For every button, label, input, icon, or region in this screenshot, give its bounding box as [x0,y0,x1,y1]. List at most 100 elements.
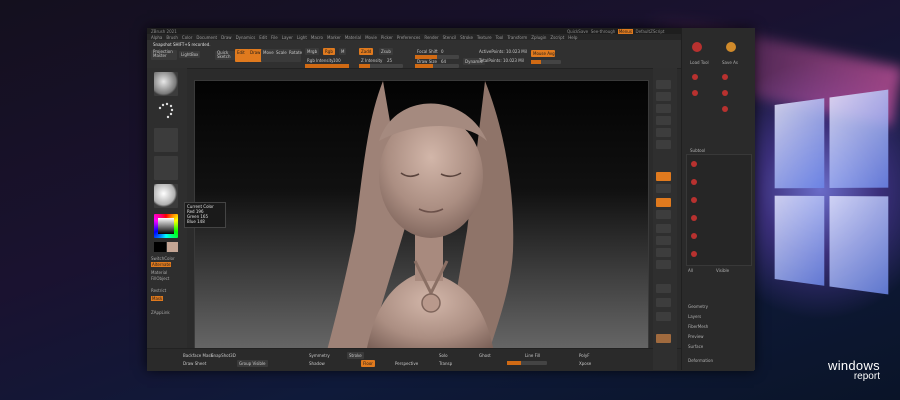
menu-macro[interactable]: Macro [311,35,323,40]
zsub-button[interactable]: Zsub [379,48,393,55]
subtool-header[interactable]: Subtool [690,148,705,153]
default-zscript-button[interactable]: DefaultZScript [635,29,664,34]
aahalf-button[interactable] [656,140,671,149]
line-fill-button[interactable]: Line Fill [523,352,542,359]
menu-draw[interactable]: Draw [221,35,231,40]
menu-tool[interactable]: Tool [496,35,504,40]
draw-button[interactable]: Draw [248,49,262,62]
fibermesh-section[interactable]: FiberMesh [688,324,708,329]
xyz-button[interactable] [656,210,671,219]
perspective-button[interactable]: Perspective [393,360,420,367]
alpha-thumbnail[interactable] [154,128,178,152]
menu-preferences[interactable]: Preferences [397,35,421,40]
draw-size-slider[interactable] [415,64,459,68]
menu-movie[interactable]: Movie [365,35,377,40]
frame-button[interactable] [656,224,671,233]
menu-zscript[interactable]: Zscript [550,35,564,40]
menu-stroke[interactable]: Stroke [460,35,473,40]
visible-button[interactable]: Visible [716,268,729,273]
mrgb-button[interactable]: Mrgb [305,48,320,55]
lightbox-button[interactable]: LightBox [179,51,201,58]
move-button[interactable]: Move [261,49,275,62]
subtool-thumb-2[interactable] [722,74,728,80]
subtool-list[interactable] [686,154,752,266]
menu-picker[interactable]: Picker [381,35,393,40]
subtool-thumb-3[interactable] [692,90,698,96]
list-all-button[interactable]: All [688,268,693,273]
zapplink-button[interactable]: ZAppLink [151,310,170,315]
current-tool-icon[interactable] [692,42,702,52]
see-through-slider[interactable]: See-through [591,29,616,34]
brush-thumbnail[interactable] [154,72,178,96]
menu-edit[interactable]: Edit [259,35,267,40]
scroll-button[interactable] [656,104,671,113]
menu-dynamics[interactable]: Dynamics [236,35,256,40]
stroke-thumbnail[interactable] [154,100,178,124]
menu-texture[interactable]: Texture [477,35,492,40]
projection-master-button[interactable]: Projection Master [151,50,177,60]
menu-alpha[interactable]: Alpha [151,35,162,40]
save-as-button[interactable]: Save As [722,60,738,65]
subtool-thumb-4[interactable] [722,90,728,96]
scale-button[interactable]: Scale [274,49,288,62]
menu-render[interactable]: Render [424,35,438,40]
quick-sketch-button[interactable]: Quick Sketch [215,51,235,60]
color-gradient-square[interactable] [158,218,174,234]
z-intensity-slider[interactable] [359,64,403,68]
switch-color-button[interactable]: SwitchColor [151,256,175,261]
menu-document[interactable]: Document [196,35,217,40]
deformation-section[interactable]: Deformation [688,358,713,363]
snapshot3d-button[interactable]: SnapShot3D [209,352,238,359]
scale-view-button[interactable] [656,248,671,257]
floor-button[interactable]: Floor [361,360,375,367]
actual-button[interactable] [656,128,671,137]
bpr-button[interactable] [656,80,671,89]
group-visible-button[interactable]: Group Visible [237,360,268,367]
solo-view-button[interactable] [656,312,671,321]
persp-button[interactable] [656,172,671,181]
alternate-button[interactable]: Alternate [151,262,172,267]
preview-section[interactable]: Preview [688,334,704,339]
xpose-button[interactable]: Xpose [577,360,593,367]
material-thumbnail[interactable] [154,184,178,208]
polyf-view-button[interactable] [656,284,671,293]
subtool-thumb-1[interactable] [692,74,698,80]
xpose-view-button[interactable] [656,334,671,343]
restrict-label[interactable]: Restrict [151,288,166,293]
texture-thumbnail[interactable] [154,156,178,180]
zoom-button[interactable] [656,116,671,125]
spix-button[interactable] [656,92,671,101]
menu-marker[interactable]: Marker [327,35,341,40]
move-view-button[interactable] [656,236,671,245]
m-button[interactable]: M [339,48,347,55]
lsym-button[interactable] [656,198,671,207]
main-color-swatch[interactable] [167,242,178,252]
menu-stencil[interactable]: Stencil [443,35,457,40]
zadd-button[interactable]: Zadd [359,48,374,55]
rgb-button[interactable]: Rgb [323,48,335,55]
quicksave-button[interactable]: QuickSave [567,29,588,34]
floor-toggle[interactable] [656,184,671,193]
menus-button[interactable]: Menus [617,28,633,34]
menu-layer[interactable]: Layer [282,35,293,40]
layers-section[interactable]: Layers [688,314,701,319]
menu-help[interactable]: Help [568,35,577,40]
secondary-color-swatch[interactable] [154,242,166,252]
menu-material[interactable]: Material [345,35,361,40]
mask-button[interactable]: Mask [151,296,164,301]
ghost-button[interactable]: Ghost [477,352,493,359]
menu-transform[interactable]: Transform [507,35,527,40]
fill-object-button[interactable]: FillObject [151,276,169,281]
menu-zplugin[interactable]: Zplugin [531,35,546,40]
transp-view-button[interactable] [656,298,671,307]
viewport-canvas[interactable] [194,80,649,359]
mouse-avg-slider[interactable] [531,60,561,64]
rgb-intensity-slider[interactable] [305,64,349,68]
geometry-section[interactable]: Geometry [688,304,708,309]
color-picker[interactable] [154,214,178,238]
material-label[interactable]: Material [151,270,167,275]
load-tool-button[interactable]: Load Tool [690,60,709,65]
menu-light[interactable]: Light [297,35,307,40]
rotate-button[interactable]: Rotate [287,49,302,62]
shadow-button[interactable]: Shadow [307,360,327,367]
